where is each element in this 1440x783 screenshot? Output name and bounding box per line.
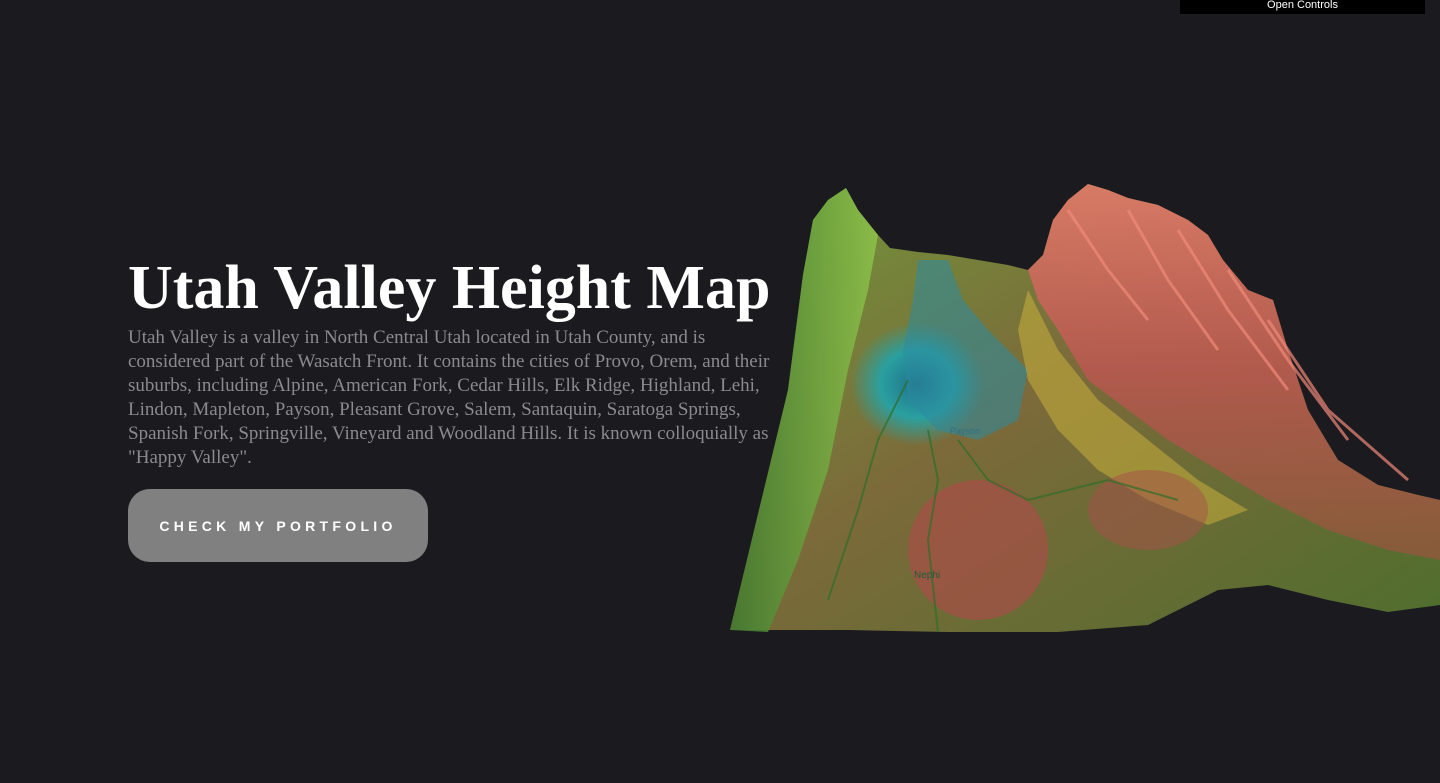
hero-section: Utah Valley Height Map Utah Valley is a …: [128, 250, 788, 470]
terrain-south-ridge: [1088, 470, 1208, 550]
map-label-nephi: Nephi: [914, 570, 940, 581]
height-map-terrain: Payson Nephi: [730, 184, 1440, 633]
open-controls-button[interactable]: Open Controls: [1180, 0, 1425, 14]
height-map-canvas[interactable]: Payson Nephi: [728, 180, 1440, 635]
page: Open Controls Payson Nephi Utah Valley H…: [0, 0, 1440, 783]
map-label-payson: Payson: [950, 426, 980, 436]
page-title: Utah Valley Height Map: [128, 254, 771, 322]
hero-description: Utah Valley is a valley in North Central…: [128, 327, 770, 468]
check-portfolio-button[interactable]: CHECK MY PORTFOLIO: [128, 489, 428, 562]
